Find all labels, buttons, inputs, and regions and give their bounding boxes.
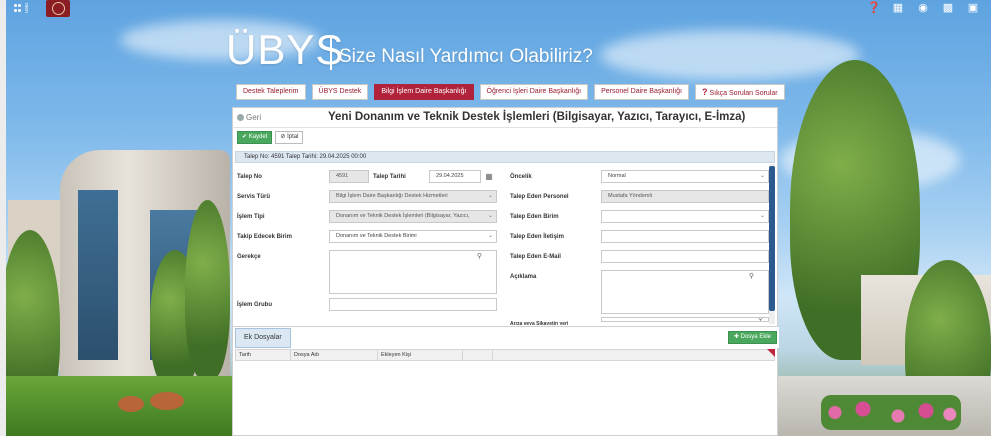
islem-grubu-field[interactable] [329,298,497,311]
tab-ek-dosyalar[interactable]: Ek Dosyalar [235,328,291,348]
request-info-bar: Talep No: 4591 Talep Tarihi: 29.04.2025 … [235,151,775,163]
category-tabs: Destek Taleplerim ÜBYS Destek Bilgi İşle… [236,84,785,100]
chevron-down-icon: ⌄ [759,173,765,179]
search-icon[interactable]: ⚲ [758,318,763,321]
chevron-down-icon: ⌄ [759,213,765,219]
talep-eden-email-label: Talep Eden E-Mail [510,254,561,260]
attachments-bar: Ek Dosyalar ✚ Dosya Ekle [233,326,779,348]
calendar-icon[interactable]: ▦ [483,170,495,183]
title-divider [330,36,332,70]
left-edge-strip [0,0,6,436]
action-bar: ✔ Kaydet ⊘ İptal [237,131,304,144]
column-header[interactable]: Ekleyen Kişi [378,350,463,360]
oncelik-select[interactable]: Normal ⌄ [601,170,769,183]
talep-eden-birim-select[interactable]: ⌄ [601,210,769,223]
islem-grubu-label: İşlem Grubu [237,302,273,308]
panel-header: Geri Yeni Donanım ve Teknik Destek İşlem… [233,108,777,128]
scrollbar-thumb[interactable] [769,166,775,311]
gerekce-label: Gerekçe [237,254,261,260]
talep-eden-iletisim-label: Talep Eden İletişim [510,234,564,240]
column-header[interactable]: Dosya Adı [291,350,378,360]
column-header[interactable]: Tarih [236,350,291,360]
tab-personel[interactable]: Personel Daire Başkanlığı [594,84,689,100]
back-arrow-icon [237,114,244,121]
page-title: Yeni Donanım ve Teknik Destek İşlemleri … [328,111,746,123]
tab-ubys-destek[interactable]: ÜBYS Destek [311,84,369,100]
tab-ogrenci-isleri[interactable]: Öğrenci İşleri Daire Başkanlığı [479,84,589,100]
add-file-button[interactable]: ✚ Dosya Ekle [727,331,777,344]
cancel-button[interactable]: ⊘ İptal [275,131,304,144]
hero-subtitle: Size Nasıl Yardımcı Olabiliriz? [339,46,593,67]
talep-eden-birim-label: Talep Eden Birim [510,214,559,220]
back-label: Geri [246,113,262,122]
talep-eden-iletisim-field[interactable] [601,230,769,243]
talep-tarihi-label: Talep Tarihi [373,174,406,180]
talep-eden-email-field[interactable] [601,250,769,263]
column-header [463,350,493,360]
top-bar: men ❓ ▦ ◉ ▩ ▣ [6,0,991,17]
talep-no-field: 4591 [329,170,369,183]
search-icon[interactable]: ⚲ [749,272,754,280]
ariza-yeri-field[interactable]: ⚲ [601,317,769,322]
oncelik-value: Normal [608,173,626,179]
talep-tarihi-field[interactable]: 29.04.2025 [429,170,481,183]
islem-tipi-value: Donanım ve Teknik Destek İşlemleri (Bilg… [336,213,470,219]
back-button[interactable]: Geri [237,113,261,122]
tab-sss-label: Sıkça Sorulan Sorular [709,90,778,97]
ariza-yeri-label: Arıza veya Şikayetin yeri [510,321,569,325]
column-header [493,350,523,360]
university-logo[interactable] [46,0,70,17]
gerekce-textarea[interactable]: ⚲ [329,250,497,294]
servis-turu-select[interactable]: Bilgi İşlem Daire Başkanlığı Destek Hizm… [329,190,497,203]
globe-icon[interactable]: ◉ [917,2,929,14]
add-file-label: Dosya Ekle [740,334,771,340]
menu-label[interactable]: men [23,3,29,13]
talep-eden-personel-field: Mustafa Yöndemli [601,190,769,203]
chevron-down-icon: ⌄ [487,213,493,219]
brand-title: ÜBYS [226,26,345,73]
corner-marker [767,349,775,357]
help-icon[interactable]: ❓ [867,2,881,14]
aciklama-label: Açıklama [510,274,537,280]
attachments-table-header: Tarih Dosya Adı Ekleyen Kişi [235,349,775,361]
tab-destek-taleplerim[interactable]: Destek Taleplerim [236,84,306,100]
save-button[interactable]: ✔ Kaydet [237,131,273,144]
takip-birim-select[interactable]: Donanım ve Teknik Destek Birimi ⌄ [329,230,497,243]
search-icon[interactable]: ⚲ [477,252,482,260]
chevron-down-icon: ⌄ [487,233,493,239]
request-form-panel: Geri Yeni Donanım ve Teknik Destek İşlem… [232,107,779,436]
islem-tipi-select[interactable]: Donanım ve Teknik Destek İşlemleri (Bilg… [329,210,497,223]
servis-turu-value: Bilgi İşlem Daire Başkanlığı Destek Hizm… [336,193,448,199]
form-scrollbar[interactable] [769,164,775,324]
lock-icon[interactable]: ▣ [967,2,979,14]
islem-tipi-label: İşlem Tipi [237,214,265,220]
calendar-icon[interactable]: ▦ [892,2,904,14]
save-label: Kaydet [248,134,268,140]
request-form: Talep No 4591 Talep Tarihi 29.04.2025 ▦ … [235,166,769,325]
chevron-down-icon: ⌄ [487,193,493,199]
tab-bilgi-islem[interactable]: Bilgi İşlem Daire Başkanlığı [374,84,474,100]
servis-turu-label: Servis Türü [237,194,271,200]
question-icon: ? [702,87,708,97]
takip-birim-value: Donanım ve Teknik Destek Birimi [336,233,417,239]
oncelik-label: Öncelik [510,174,532,180]
aciklama-textarea[interactable]: ⚲ [601,270,769,314]
talep-eden-personel-label: Talep Eden Personel [510,194,569,200]
talep-no-label: Talep No [237,174,262,180]
cancel-label: İptal [287,134,299,140]
apps-grid-icon[interactable]: ▩ [942,2,954,14]
tab-sss[interactable]: ? Sıkça Sorulan Sorular [695,84,785,100]
takip-birim-label: Takip Edecek Birim [237,234,292,240]
